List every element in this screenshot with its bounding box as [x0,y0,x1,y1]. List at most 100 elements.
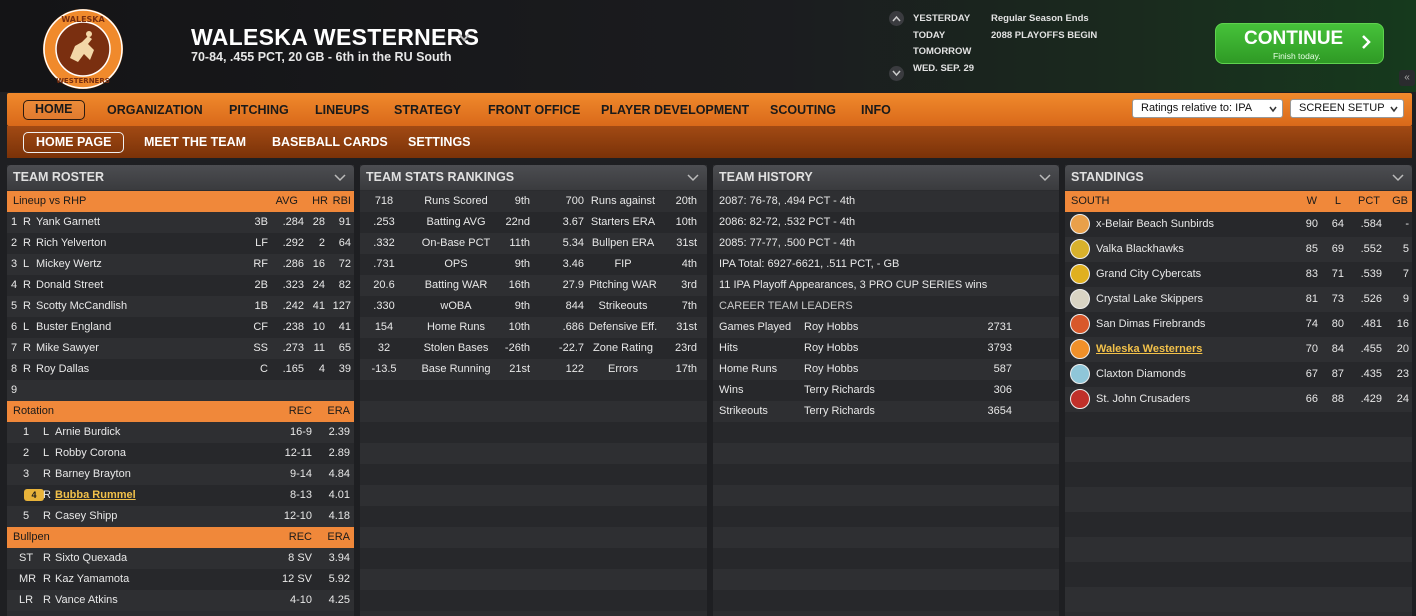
rotation-row[interactable]: 5 R Casey Shipp 12-10 4.18 [7,506,354,527]
player-name[interactable]: Scotty McCandlish [36,300,127,313]
stat-label[interactable]: Pitching WAR [582,279,664,292]
lineup-row[interactable]: 9 [7,380,354,401]
stat-label[interactable]: Base Running [408,363,504,376]
player-name[interactable]: Mickey Wertz [36,258,102,271]
stat-label[interactable]: Batting AVG [408,216,504,229]
chevron-down-icon[interactable] [687,173,699,182]
standings-row[interactable]: Crystal Lake Skippers 81 73 .526 9 [1065,287,1412,312]
player-name[interactable]: Sixto Quexada [55,552,127,565]
stat-label[interactable]: Strikeouts [582,300,664,313]
stat-label[interactable]: Runs Scored [408,195,504,208]
leader-name[interactable]: Roy Hobbs [804,363,858,376]
standings-row[interactable]: x-Belair Beach Sunbirds 90 64 .584 - [1065,212,1412,237]
tab-meet-the-team[interactable]: MEET THE TEAM [144,132,246,153]
leader-name[interactable]: Roy Hobbs [804,321,858,334]
continue-button[interactable]: CONTINUE Finish today. [1215,23,1384,64]
chevron-down-icon[interactable] [457,30,471,44]
team-name[interactable]: Valka Blackhawks [1096,243,1184,256]
team-name[interactable]: WALESKA WESTERNERS [191,24,479,51]
team-name[interactable]: San Dimas Firebrands [1096,318,1205,331]
stat-label[interactable]: Batting WAR [408,279,504,292]
tab-home-page[interactable]: HOME PAGE [23,132,125,153]
stat-label[interactable]: Errors [582,363,664,376]
stat-label[interactable]: Defensive Eff. [582,321,664,334]
team-name[interactable]: Waleska Westerners [1096,343,1202,356]
stat-label[interactable]: FIP [582,258,664,271]
menu-pitching[interactable]: PITCHING [229,100,289,120]
date-future[interactable]: WED. SEP. 29 [913,63,974,80]
date-yesterday[interactable]: YESTERDAY [913,13,974,30]
player-name[interactable]: Yank Garnett [36,216,100,229]
player-name[interactable]: Casey Shipp [55,510,117,523]
stat-label[interactable]: On-Base PCT [408,237,504,250]
standings-row[interactable]: Grand City Cybercats 83 71 .539 7 [1065,262,1412,287]
player-name[interactable]: Barney Brayton [55,468,131,481]
lineup-row[interactable]: 4 R Donald Street 2B .323 24 82 [7,275,354,296]
date-down-button[interactable] [889,66,904,81]
team-name[interactable]: Claxton Diamonds [1096,368,1186,381]
player-name[interactable]: Mike Sawyer [36,342,99,355]
menu-player-development[interactable]: PLAYER DEVELOPMENT [601,100,749,120]
collapse-icon[interactable]: « [1399,70,1415,86]
standings-row[interactable]: Valka Blackhawks 85 69 .552 5 [1065,237,1412,262]
rotation-row[interactable]: 2 L Robby Corona 12-11 2.89 [7,443,354,464]
lineup-row[interactable]: 7 R Mike Sawyer SS .273 11 65 [7,338,354,359]
panel-header[interactable]: TEAM HISTORY [713,165,1059,190]
menu-home[interactable]: HOME [23,100,85,120]
player-name[interactable]: Robby Corona [55,447,126,460]
player-name[interactable]: Rich Yelverton [36,237,106,250]
player-name[interactable]: Donald Street [36,279,103,292]
player-name[interactable]: Kaz Yamamota [55,573,129,586]
panel-header[interactable]: STANDINGS [1065,165,1412,190]
rotation-row[interactable]: 3 R Barney Brayton 9-14 4.84 [7,464,354,485]
ratings-select[interactable]: Ratings relative to: IPA [1132,99,1283,118]
screen-setup-select[interactable]: SCREEN SETUP [1290,99,1404,118]
stat-label[interactable]: wOBA [408,300,504,313]
lineup-row[interactable]: 5 R Scotty McCandlish 1B .242 41 127 [7,296,354,317]
player-name[interactable]: Arnie Burdick [55,426,120,439]
stat-label[interactable]: Zone Rating [582,342,664,355]
menu-organization[interactable]: ORGANIZATION [107,100,203,120]
menu-scouting[interactable]: SCOUTING [770,100,836,120]
chevron-down-icon[interactable] [1392,173,1404,182]
leader-name[interactable]: Terry Richards [804,384,875,397]
player-name[interactable]: Buster England [36,321,111,334]
team-name[interactable]: Crystal Lake Skippers [1096,293,1203,306]
menu-front-office[interactable]: FRONT OFFICE [488,100,580,120]
chevron-down-icon[interactable] [334,173,346,182]
lineup-row[interactable]: 1 R Yank Garnett 3B .284 28 91 [7,212,354,233]
bullpen-row[interactable]: MR R Kaz Yamamota 12 SV 5.92 [7,569,354,590]
date-tomorrow[interactable]: TOMORROW [913,46,974,63]
player-name[interactable]: Bubba Rummel [55,489,136,502]
bullpen-row[interactable]: LR R Vance Atkins 4-10 4.25 [7,590,354,611]
standings-row[interactable]: Claxton Diamonds 67 87 .435 23 [1065,362,1412,387]
player-name[interactable]: Roy Dallas [36,363,89,376]
menu-info[interactable]: INFO [861,100,891,120]
panel-header[interactable]: TEAM ROSTER [7,165,354,190]
rotation-row[interactable]: 4 R Bubba Rummel 8-13 4.01 [7,485,354,506]
standings-row[interactable]: San Dimas Firebrands 74 80 .481 16 [1065,312,1412,337]
lineup-row[interactable]: 2 R Rich Yelverton LF .292 2 64 [7,233,354,254]
date-today[interactable]: TODAY [913,30,974,47]
lineup-row[interactable]: 6 L Buster England CF .238 10 41 [7,317,354,338]
stat-label[interactable]: Starters ERA [582,216,664,229]
stat-label[interactable]: OPS [408,258,504,271]
menu-lineups[interactable]: LINEUPS [315,100,369,120]
rotation-row[interactable]: 1 L Arnie Burdick 16-9 2.39 [7,422,354,443]
date-up-button[interactable] [889,11,904,26]
leader-name[interactable]: Terry Richards [804,405,875,418]
lineup-row[interactable]: 3 L Mickey Wertz RF .286 16 72 [7,254,354,275]
menu-strategy[interactable]: STRATEGY [394,100,461,120]
lineup-row[interactable]: 8 R Roy Dallas C .165 4 39 [7,359,354,380]
bullpen-row[interactable]: ST R Sixto Quexada 8 SV 3.94 [7,548,354,569]
team-name[interactable]: Grand City Cybercats [1096,268,1201,281]
stat-label[interactable]: Home Runs [408,321,504,334]
team-name[interactable]: St. John Crusaders [1096,393,1190,406]
leader-name[interactable]: Roy Hobbs [804,342,858,355]
chevron-down-icon[interactable] [1039,173,1051,182]
stat-label[interactable]: Bullpen ERA [582,237,664,250]
stat-label[interactable]: Runs against [582,195,664,208]
stat-label[interactable]: Stolen Bases [408,342,504,355]
player-name[interactable]: Vance Atkins [55,594,118,607]
tab-baseball-cards[interactable]: BASEBALL CARDS [272,132,388,153]
